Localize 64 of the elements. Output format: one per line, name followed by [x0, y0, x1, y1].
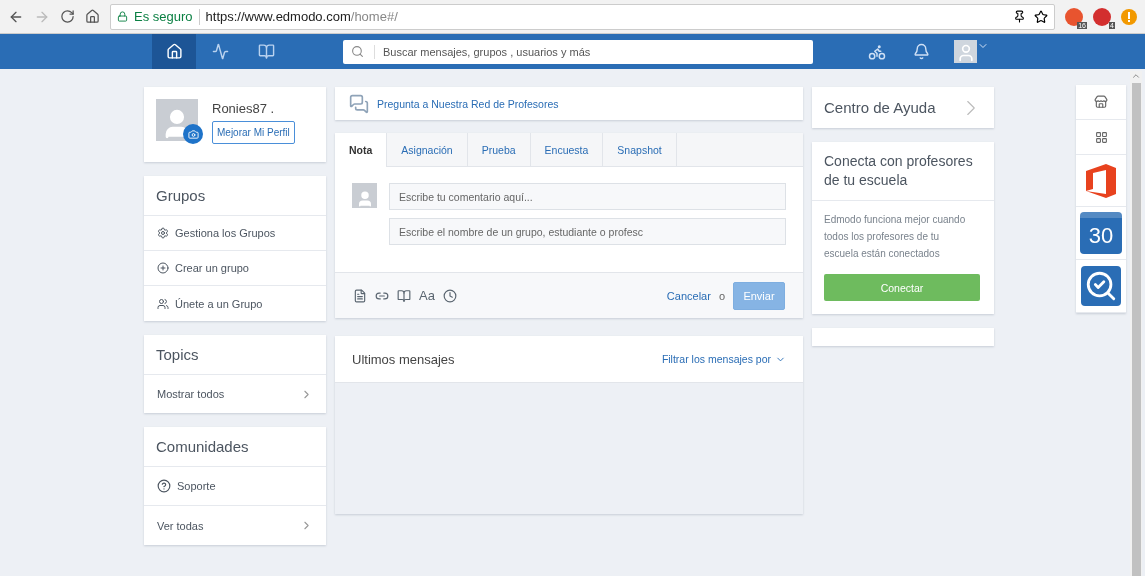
address-bar[interactable]: Es seguro https://www.edmodo.com/home#/ [110, 3, 1055, 30]
star-icon [1034, 9, 1048, 24]
sidebar-item[interactable]: Únete a un Grupo [144, 286, 326, 321]
search-bar[interactable]: Buscar mensajes, grupos , usuarios y más [343, 39, 813, 64]
security-label: Es seguro [134, 9, 193, 24]
sidebar-item[interactable]: Gestiona los Grupos [144, 216, 326, 251]
app-button[interactable] [1076, 155, 1126, 207]
url-path: /home#/ [350, 9, 398, 24]
comment-field[interactable]: Escribe tu comentario aquí... [389, 183, 786, 210]
home-button[interactable] [85, 9, 100, 24]
app-button[interactable]: 30 [1076, 207, 1126, 260]
cancel-link[interactable]: Cancelar [666, 289, 711, 302]
note-icon [353, 288, 367, 303]
home-icon [165, 43, 183, 60]
activity-icon [211, 43, 229, 60]
sidebar-item[interactable]: Crear un grupo [144, 251, 326, 286]
lock-icon [117, 11, 128, 22]
sidebar-item[interactable]: Mostrar todos [144, 375, 326, 413]
composer-tab[interactable]: Snapshot [603, 133, 677, 166]
app-button[interactable] [1076, 260, 1126, 313]
filter-dropdown[interactable]: Filtrar los mensajes por [661, 353, 786, 365]
scrollbar[interactable] [1130, 71, 1142, 576]
bell-icon [913, 43, 930, 60]
composer-tab[interactable]: Encuesta [530, 133, 604, 166]
card-text: Edmodo funciona mejor cuando todos los profesores de tu escuela están conectados [823, 213, 967, 261]
composer-tab[interactable]: Nota [335, 133, 388, 167]
camera-icon [187, 128, 199, 140]
help-center-link[interactable]: Centro de Ayuda [812, 87, 994, 128]
chat-bubbles-icon [349, 93, 369, 114]
search-icon [351, 45, 364, 58]
plus-circle-icon [157, 262, 169, 274]
pin-icon [1013, 9, 1026, 23]
alert-icon [1121, 8, 1137, 25]
bike-icon [868, 42, 886, 61]
ask-link[interactable]: Pregunta a Nuestra Red de Profesores [377, 97, 559, 110]
grid-icon [1094, 130, 1108, 144]
reload-button[interactable] [60, 9, 75, 24]
composer-tab[interactable]: Prueba [467, 133, 531, 166]
camera-badge[interactable] [183, 124, 203, 144]
settings-icon [157, 227, 169, 239]
format-button[interactable]: Aa [419, 288, 435, 303]
nav-tab[interactable] [152, 34, 196, 69]
clock-icon [442, 288, 457, 303]
library-icon [257, 43, 275, 60]
store-icon [1094, 95, 1108, 109]
sidebar-item[interactable]: Ver todas [144, 506, 326, 545]
sidebar-item[interactable]: Soporte [144, 467, 326, 506]
calendar-icon: 30 [1080, 212, 1122, 254]
recipients-field[interactable]: Escribe el nombre de un grupo, estudiante o profesc [389, 218, 786, 245]
feed-title: Ultimos mensajes [352, 351, 456, 367]
composer-tab[interactable]: Asignación [387, 133, 468, 166]
or-label: o [718, 289, 725, 302]
users-icon [157, 297, 169, 310]
book-icon [397, 288, 411, 303]
help-icon [157, 479, 171, 493]
scroll-up-icon[interactable] [1131, 71, 1141, 81]
card-title: Conecta con profesores de tu escuela [812, 142, 994, 201]
office-logo-icon [1086, 163, 1116, 198]
improve-profile-button[interactable]: Mejorar Mi Perfil [212, 121, 295, 144]
app-button[interactable] [1076, 120, 1126, 155]
search-check-icon [1081, 266, 1121, 306]
app-button[interactable] [1076, 85, 1126, 120]
user-name: Ronies87 . [212, 101, 276, 116]
url-host: https://www.edmodo.com [205, 9, 351, 24]
